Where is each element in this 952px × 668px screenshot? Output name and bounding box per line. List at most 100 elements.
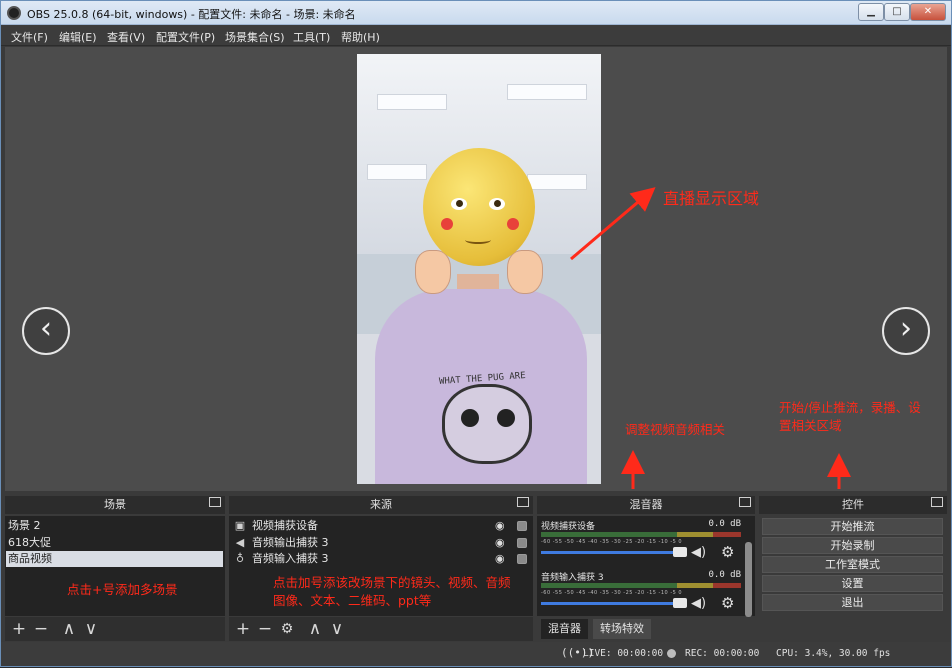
scene-item[interactable]: 场景 2 [6,518,223,534]
sources-dock-title: 来源 [229,496,533,514]
menu-scene-collection[interactable]: 场景集合(S) [225,29,285,45]
annotation-controls-line1: 开始/停止推流，录播、设 [779,400,921,415]
obs-window: OBS 25.0.8 (64-bit, windows) - 配置文件: 未命名… [0,0,952,667]
speaker-icon[interactable]: ◀) [691,545,706,560]
hand-right [507,250,543,294]
exit-button[interactable]: 退出 [762,594,943,611]
sources-list: 视频捕获设备 ▣ ◉ 音频输出捕获 3 ◀ ◉ 音频输入捕获 3 ♁ ◉ 点击加… [229,516,533,616]
lock-icon[interactable] [517,521,527,531]
moon-face-emoji [423,148,535,266]
pug-eye [497,409,515,427]
undock-icon[interactable] [209,497,221,507]
eye-icon[interactable]: ◉ [495,553,509,565]
obs-logo-icon [7,6,21,20]
gear-icon[interactable]: ⚙ [721,594,734,612]
lock-icon[interactable] [517,554,527,564]
moon-cheek [507,218,519,230]
menu-tools[interactable]: 工具(T) [293,29,330,45]
meter-scale: -60 -55 -50 -45 -40 -35 -30 -25 -20 -15 … [541,539,683,545]
eye-icon[interactable]: ◉ [495,520,509,532]
lock-icon[interactable] [517,538,527,548]
source-settings-gear-icon[interactable]: ⚙ [277,619,297,639]
annotation-live-area: 直播显示区域 [663,189,760,208]
next-arrow-icon[interactable]: › [882,307,930,355]
dock-area: 场景 场景 2 618大促 商品视频 点击+号添加多场景 + − ∧ ∨ 来源 … [5,493,947,641]
source-item[interactable]: 视频捕获设备 [230,518,530,534]
annotation-controls-line2: 置相关区域 [779,418,842,433]
pug-print [442,384,532,464]
menu-file[interactable]: 文件(F) [11,29,48,45]
volume-slider[interactable] [541,551,681,554]
channel-name: 音频输入捕获 3 [541,573,604,583]
moon-eye [489,198,505,210]
preview-canvas: WHAT THE PUG ARE [357,54,601,484]
add-scene-button[interactable]: + [9,619,29,639]
gear-icon[interactable]: ⚙ [721,543,734,561]
moon-eye [451,198,467,210]
menu-edit[interactable]: 编辑(E) [59,29,97,45]
window-title: OBS 25.0.8 (64-bit, windows) - 配置文件: 未命名… [27,8,356,21]
source-item[interactable]: 音频输出捕获 3 [230,535,530,551]
minimize-button[interactable]: ▁ [858,3,884,21]
undock-icon[interactable] [931,497,943,507]
tab-mixer[interactable]: 混音器 [541,619,588,639]
undock-icon[interactable] [517,497,529,507]
scenes-dock: 场景 场景 2 618大促 商品视频 点击+号添加多场景 + − ∧ ∨ [5,493,225,641]
previous-arrow-icon[interactable]: ‹ [22,307,70,355]
channel-db: 0.0 dB [708,519,741,529]
eye-icon[interactable]: ◉ [495,537,509,549]
studio-mode-button[interactable]: 工作室模式 [762,556,943,573]
meter-scale: -60 -55 -50 -45 -40 -35 -30 -25 -20 -15 … [541,590,683,596]
move-scene-up-button[interactable]: ∧ [59,619,79,639]
mixer-dock: 混音器 视频捕获设备 0.0 dB -60 -55 -50 -45 -40 -3… [537,493,755,641]
hand-left [415,250,451,294]
mixer-body: 视频捕获设备 0.0 dB -60 -55 -50 -45 -40 -35 -3… [537,516,755,617]
channel-db: 0.0 dB [708,570,741,580]
volume-slider-handle[interactable] [673,598,687,608]
speaker-icon[interactable]: ◀) [691,596,706,611]
start-streaming-button[interactable]: 开始推流 [762,518,943,535]
undock-icon[interactable] [739,497,751,507]
ceiling-light [367,164,427,180]
scenes-toolbar: + − ∧ ∨ [5,617,225,641]
scenes-dock-title: 场景 [5,496,225,514]
volume-slider-handle[interactable] [673,547,687,557]
ceiling-light [377,94,447,110]
level-meter [541,532,741,537]
record-indicator-icon [667,649,676,658]
controls-dock: 控件 开始推流 开始录制 工作室模式 设置 退出 [759,493,947,641]
ceiling-light [527,174,587,190]
scene-item-selected[interactable]: 商品视频 [6,551,223,567]
mixer-scrollbar[interactable] [745,542,752,617]
level-meter [541,583,741,588]
annotation-scenes: 点击+号添加多场景 [67,582,178,597]
rec-timer: REC: 00:00:00 [685,648,760,659]
camera-icon: ▣ [234,519,246,532]
moon-cheek [441,218,453,230]
remove-source-button[interactable]: − [255,619,275,639]
tab-transitions[interactable]: 转场特效 [593,619,651,639]
volume-slider[interactable] [541,602,681,605]
maximize-button[interactable]: □ [884,3,910,21]
start-recording-button[interactable]: 开始录制 [762,537,943,554]
controls-dock-title: 控件 [759,496,947,514]
cpu-fps-readout: CPU: 3.4%, 30.00 fps [776,648,891,659]
scenes-list: 场景 2 618大促 商品视频 点击+号添加多场景 [5,516,225,616]
close-button[interactable]: ✕ [910,3,946,21]
settings-button[interactable]: 设置 [762,575,943,592]
source-label: 音频输出捕获 3 [252,536,329,549]
move-source-down-button[interactable]: ∨ [327,619,347,639]
move-scene-down-button[interactable]: ∨ [81,619,101,639]
channel-name: 视频捕获设备 [541,522,596,532]
microphone-icon: ♁ [235,552,245,565]
menu-profile[interactable]: 配置文件(P) [156,29,215,45]
menu-bar: 文件(F) 编辑(E) 查看(V) 配置文件(P) 场景集合(S) 工具(T) … [1,25,951,46]
menu-view[interactable]: 查看(V) [107,29,145,45]
move-source-up-button[interactable]: ∧ [305,619,325,639]
scene-item[interactable]: 618大促 [6,535,223,551]
remove-scene-button[interactable]: − [31,619,51,639]
add-source-button[interactable]: + [233,619,253,639]
menu-help[interactable]: 帮助(H) [341,29,380,45]
status-bar: ((•)) LIVE: 00:00:00 REC: 00:00:00 CPU: … [1,642,951,666]
source-item[interactable]: 音频输入捕获 3 [230,551,530,567]
